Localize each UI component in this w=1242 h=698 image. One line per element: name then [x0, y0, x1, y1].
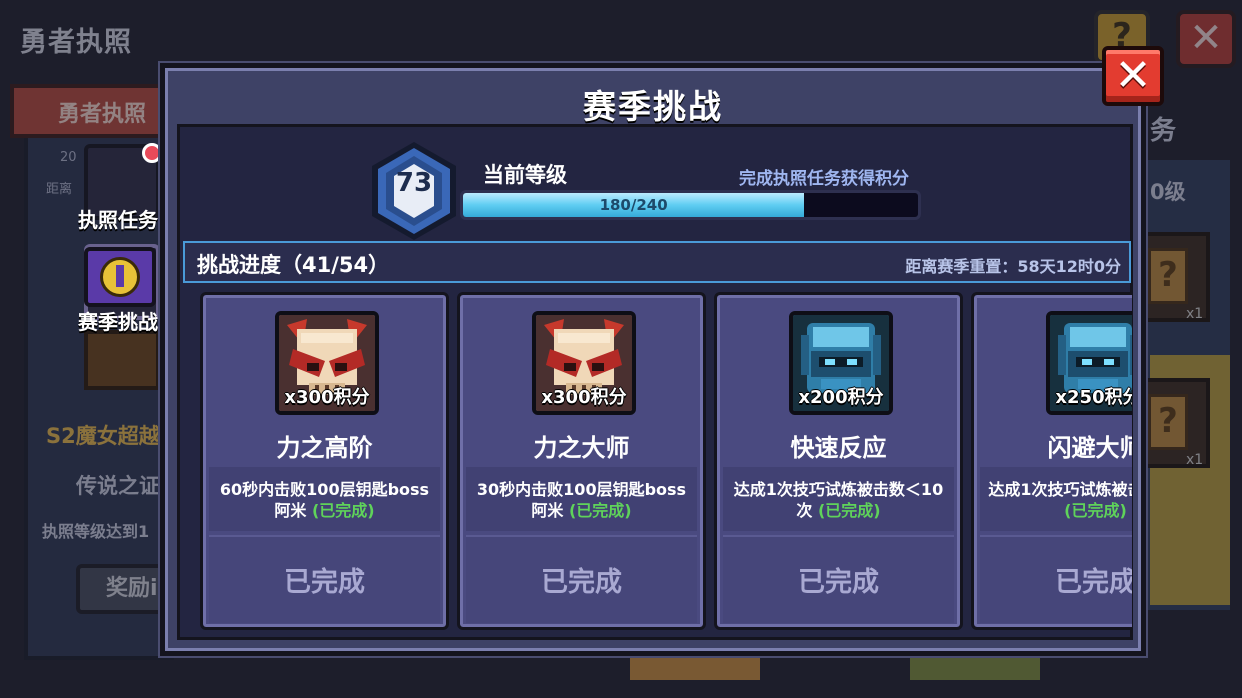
- challenge-progress-title: 挑战进度（41/54）: [197, 253, 390, 277]
- card-name: 力之大师: [533, 434, 630, 462]
- chest-icon: [84, 330, 160, 390]
- notification-dot: [142, 143, 162, 163]
- card-points: x250积分: [1055, 387, 1132, 408]
- card-status: 已完成: [284, 567, 365, 598]
- close-button[interactable]: ✕: [1102, 46, 1164, 106]
- challenge-card-list[interactable]: x300积分 力之高阶 60秒内击败100层钥匙boss阿米 (已完成) 已完成: [187, 286, 1132, 638]
- card-description: 60秒内击败100层钥匙boss阿米 (已完成): [215, 479, 434, 521]
- season-challenge-icon[interactable]: [84, 247, 156, 307]
- card-name: 快速反应: [790, 434, 887, 462]
- card-name: 闪避大师: [1047, 434, 1133, 462]
- modal-title: 赛季挑战: [583, 87, 723, 126]
- card-status: 已完成: [798, 567, 879, 598]
- background-level-requirement: 执照等级达到1: [42, 522, 150, 541]
- current-level-label: 当前等级: [483, 163, 567, 187]
- card-description: 30秒内击败100层钥匙boss阿米 (已完成): [472, 479, 691, 521]
- card-description: 达成1次技巧试炼被击数＜10次 (已完成): [729, 479, 948, 521]
- background-small-number: 20: [60, 150, 77, 165]
- card-completed-tag: (已完成): [817, 501, 881, 520]
- license-tasks-label: 执照任务: [78, 208, 158, 232]
- background-close-icon[interactable]: ✕: [1176, 10, 1236, 68]
- challenge-card[interactable]: x300积分 力之大师 30秒内击败100层钥匙boss阿米 (已完成) 已完成: [457, 292, 706, 630]
- dragon-skull-icon: x300积分: [275, 311, 379, 415]
- background-ribbon-label: 勇者执照: [58, 102, 147, 127]
- card-description-text: 达成1次技巧试炼被击数为0次: [988, 480, 1132, 499]
- background-x1-b: x1: [1186, 452, 1204, 468]
- card-points: x200积分: [798, 387, 884, 408]
- background-title: 勇者执照: [20, 27, 132, 58]
- season-reset-timer: 距离赛季重置：58天12时0分: [905, 257, 1121, 276]
- blue-knight-helmet-icon: x250积分: [1046, 311, 1132, 415]
- close-icon: ✕: [1114, 50, 1152, 101]
- background-season-title: S2魔女超越: [46, 424, 160, 448]
- card-completed-tag: (已完成): [568, 501, 632, 520]
- card-completed-tag: (已完成): [1064, 501, 1127, 520]
- challenge-card[interactable]: x200积分 快速反应 达成1次技巧试炼被击数＜10次 (已完成) 已完成: [714, 292, 963, 630]
- background-small-distance: 距离: [46, 182, 73, 197]
- season-challenge-label: 赛季挑战: [78, 310, 158, 334]
- card-status: 已完成: [541, 567, 622, 598]
- card-points: x300积分: [284, 387, 370, 408]
- card-status: 已完成: [1055, 567, 1132, 598]
- background-right-task: 务: [1150, 116, 1177, 146]
- season-challenge-modal: 赛季挑战 ✕ 73 当前等级 完成执照任务获得积分 180/240 挑战进度（4…: [160, 46, 1164, 656]
- level-progress-text: 180/240: [599, 196, 668, 214]
- card-points: x300积分: [541, 387, 627, 408]
- challenge-card[interactable]: x300积分 力之高阶 60秒内击败100层钥匙boss阿米 (已完成) 已完成: [200, 292, 449, 630]
- background-x1-a: x1: [1186, 306, 1204, 322]
- card-completed-tag: (已完成): [311, 501, 375, 520]
- card-name: 力之高阶: [276, 434, 373, 462]
- challenge-progress-header: 挑战进度（41/54） 距离赛季重置：58天12时0分: [183, 241, 1131, 283]
- level-value: 73: [395, 168, 433, 198]
- background-right-level: 0级: [1150, 180, 1186, 204]
- blue-knight-helmet-icon: x200积分: [789, 311, 893, 415]
- dragon-skull-icon: x300积分: [532, 311, 636, 415]
- challenge-card[interactable]: x250积分 闪避大师 达成1次技巧试炼被击数为0次 (已完成) 已完成: [971, 292, 1132, 630]
- background-legend: 传说之证: [76, 474, 160, 498]
- points-hint: 完成执照任务获得积分: [739, 169, 909, 189]
- level-progress-bar: 180/240: [460, 190, 921, 220]
- card-description: 达成1次技巧试炼被击数为0次 (已完成): [986, 479, 1132, 521]
